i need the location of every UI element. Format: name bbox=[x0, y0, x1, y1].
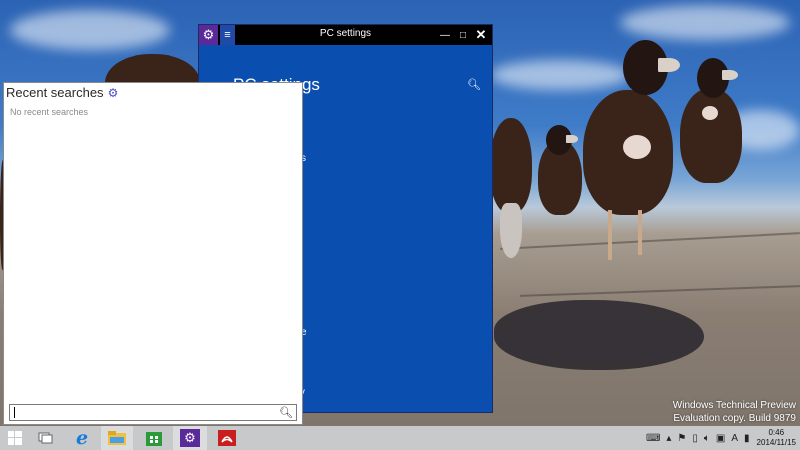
bird bbox=[672, 58, 752, 188]
battery-icon[interactable]: ▮ bbox=[744, 433, 750, 444]
ime-icon[interactable]: ▣ bbox=[716, 433, 725, 444]
internet-explorer-icon: e bbox=[75, 427, 89, 449]
clock-date: 2014/11/15 bbox=[756, 438, 796, 447]
search-input[interactable] bbox=[16, 405, 276, 420]
evaluation-watermark: Windows Technical Preview Evaluation cop… bbox=[673, 399, 796, 425]
cloud bbox=[10, 10, 170, 50]
watermark-line2: Evaluation copy. Build 9879 bbox=[673, 413, 796, 424]
task-view-button[interactable] bbox=[34, 426, 58, 450]
panel-title: Recent searches bbox=[6, 85, 104, 100]
store-icon bbox=[146, 432, 162, 446]
network-icon[interactable]: ▯ bbox=[692, 433, 698, 444]
window-controls: — □ ✕ bbox=[436, 25, 490, 45]
keyboard-icon[interactable]: ⌨ bbox=[646, 433, 660, 444]
close-button[interactable]: ✕ bbox=[472, 27, 490, 43]
system-tray: ⌨ ▴ ⚑ ▯ 🔈︎ ▣ A ▮ 0:46 2014/11/15 bbox=[643, 426, 800, 450]
search-icon[interactable]: 🔍︎ bbox=[279, 406, 293, 419]
title-bar[interactable]: ⚙ ≡ PC settings — □ ✕ bbox=[199, 25, 492, 45]
task-view-icon bbox=[38, 432, 53, 444]
adobe-reader-icon bbox=[218, 430, 236, 446]
clock[interactable]: 0:46 2014/11/15 bbox=[757, 428, 796, 448]
search-box[interactable]: 🔍︎ bbox=[9, 404, 297, 421]
bird-shadow bbox=[494, 300, 704, 370]
gear-icon: ⚙ bbox=[180, 429, 200, 447]
minimize-button[interactable]: — bbox=[436, 30, 454, 41]
show-hidden-icons-icon[interactable]: ▴ bbox=[666, 433, 671, 444]
input-indicator[interactable]: A bbox=[731, 433, 738, 444]
start-button[interactable] bbox=[4, 426, 26, 450]
pc-settings-taskbar-button[interactable]: ⚙ bbox=[173, 426, 207, 450]
empty-message: No recent searches bbox=[10, 107, 89, 117]
file-explorer-button[interactable] bbox=[101, 426, 133, 450]
gear-icon[interactable]: ⚙ bbox=[108, 86, 119, 100]
folder-icon bbox=[108, 431, 126, 445]
bird bbox=[490, 118, 535, 263]
internet-explorer-button[interactable]: e bbox=[68, 426, 96, 450]
store-button[interactable] bbox=[139, 426, 169, 450]
bird bbox=[536, 125, 586, 220]
recent-searches-panel: Recent searches ⚙ No recent searches 🔍︎ bbox=[3, 82, 303, 425]
clock-time: 0:46 bbox=[768, 428, 785, 437]
recent-searches-header: Recent searches ⚙ bbox=[6, 85, 118, 100]
windows-logo-icon bbox=[8, 431, 22, 445]
rock-crack bbox=[520, 285, 800, 297]
volume-icon[interactable]: 🔈︎ bbox=[704, 433, 710, 444]
watermark-line1: Windows Technical Preview bbox=[672, 400, 796, 411]
maximize-button[interactable]: □ bbox=[454, 30, 472, 41]
cloud bbox=[620, 5, 790, 40]
adobe-reader-button[interactable] bbox=[212, 426, 242, 450]
search-icon[interactable]: 🔍︎ bbox=[467, 78, 481, 91]
text-caret bbox=[14, 407, 15, 418]
taskbar: e ⚙ ⌨ ▴ ⚑ ▯ 🔈︎ ▣ A ▮ 0:46 2014/11/15 bbox=[0, 426, 800, 450]
action-center-icon[interactable]: ⚑ bbox=[677, 433, 686, 444]
